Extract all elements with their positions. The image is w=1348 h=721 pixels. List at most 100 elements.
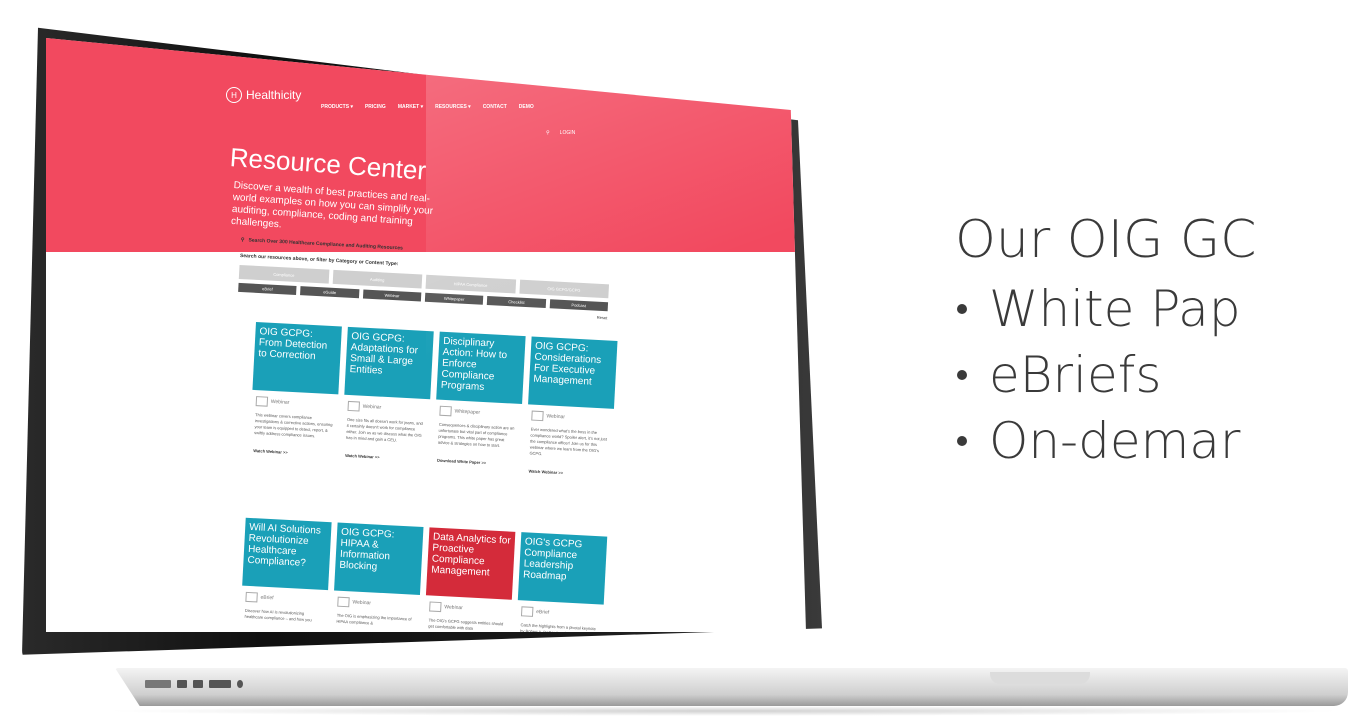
card-type: Whitepaper <box>439 405 517 420</box>
card-type-label: eBrief <box>536 609 550 616</box>
category-oig-gcpg[interactable]: OIG GCPG/GCPG <box>518 279 610 299</box>
bullet-item: White Pap <box>955 276 1257 342</box>
card-description: The OIG is emphasizing the importance of… <box>336 612 412 626</box>
category-hipaa[interactable]: HIPAA Compliance <box>425 274 516 294</box>
login-link[interactable]: LOGIN <box>560 130 576 136</box>
resource-card[interactable]: Disciplinary Action: How to Enforce Comp… <box>429 331 526 526</box>
resource-card[interactable]: Will AI Solutions Revolutionize Healthca… <box>235 517 332 632</box>
card-description: The OIG's GCPG suggests entities should … <box>428 617 504 631</box>
card-type: eBrief <box>520 606 599 620</box>
card-description: This webinar covers compliance investiga… <box>254 412 333 439</box>
webinar-icon <box>255 396 269 407</box>
bullet-icon <box>957 436 967 446</box>
laptop-screen: H Healthicity PRODUCTS ▾ PRICING MARKET … <box>46 38 806 632</box>
card-title: Data Analytics for Proactive Compliance … <box>425 527 516 600</box>
type-podcast[interactable]: Podcast <box>549 299 609 312</box>
nav-products[interactable]: PRODUCTS ▾ <box>321 104 353 110</box>
main-nav: PRODUCTS ▾ PRICING MARKET ▾ RESOURCES ▾ … <box>321 104 534 110</box>
card-description: One size fits all doesn't work for jeans… <box>345 416 423 443</box>
type-eguide[interactable]: eGuide <box>300 286 360 299</box>
nav-pricing[interactable]: PRICING <box>365 104 386 110</box>
card-type-label: Webinar <box>362 403 382 411</box>
card-title: OIG GCPG: Adaptations for Small & Large … <box>344 326 434 400</box>
card-description: Discover how AI is revolutionizing healt… <box>244 607 312 623</box>
card-type: eBrief <box>245 591 323 606</box>
ebrief-icon <box>245 591 258 603</box>
sd-slot-icon <box>145 680 171 688</box>
hero-banner: H Healthicity PRODUCTS ▾ PRICING MARKET … <box>46 38 806 252</box>
header-actions: ⚲ LOGIN <box>546 130 575 136</box>
bullet-text: White Pap <box>989 280 1241 338</box>
headphone-port-icon <box>237 680 243 688</box>
category-compliance[interactable]: Compliance <box>238 264 329 284</box>
card-description: Catch the highlights from a pivotal keyn… <box>520 622 596 632</box>
nav-contact[interactable]: CONTACT <box>483 104 507 110</box>
page-subtitle: Discover a wealth of best practices and … <box>230 180 434 231</box>
laptop-hinge-notch <box>990 672 1090 684</box>
laptop-shadow <box>100 706 1348 716</box>
site-logo[interactable]: H Healthicity <box>226 87 301 103</box>
category-auditing[interactable]: Auditing <box>332 269 423 289</box>
laptop-base <box>115 668 1348 706</box>
card-type: Webinar <box>347 400 425 415</box>
usb-port-icon <box>177 680 187 688</box>
card-title: Disciplinary Action: How to Enforce Comp… <box>436 331 526 405</box>
resource-card[interactable]: OIG GCPG: Adaptations for Small & Large … <box>337 326 434 522</box>
whitepaper-icon <box>439 405 452 417</box>
resource-card[interactable]: Data Analytics for Proactive Compliance … <box>419 527 516 632</box>
card-title: Will AI Solutions Revolutionize Healthca… <box>242 517 332 591</box>
card-title: OIG GCPG: Considerations For Executive M… <box>528 336 618 409</box>
bullet-item: eBriefs <box>955 342 1257 408</box>
hdmi-port-icon <box>209 680 231 688</box>
type-ebrief[interactable]: eBrief <box>238 282 297 295</box>
card-link[interactable]: Download White Paper >> <box>437 458 515 467</box>
resource-card[interactable]: OIG GCPG: From Detection to Correction W… <box>246 322 342 517</box>
bullet-icon <box>957 370 967 380</box>
card-description: Consequences & disciplinary action are a… <box>437 421 515 448</box>
card-description: Ever wondered what's the boss in the com… <box>529 426 608 457</box>
card-link[interactable]: Watch Webinar >> <box>528 468 606 477</box>
bullet-item: On-demar <box>955 408 1257 474</box>
resource-card[interactable]: OIG GCPG: Considerations For Executive M… <box>521 336 618 531</box>
type-whitepaper[interactable]: Whitepaper <box>424 292 484 305</box>
card-type-label: Webinar <box>270 398 290 406</box>
nav-resources[interactable]: RESOURCES ▾ <box>435 104 471 110</box>
card-title: OIG GCPG: HIPAA & Information Blocking <box>334 522 424 595</box>
webinar-icon <box>347 400 360 412</box>
slide-text: Our OIG GC White Pap eBriefs On-demar <box>955 210 1257 474</box>
type-checklist[interactable]: Checklist <box>487 295 546 309</box>
bullet-text: On-demar <box>989 412 1241 470</box>
card-type-label: eBrief <box>260 594 274 602</box>
card-link[interactable]: Watch Webinar >> <box>253 448 331 457</box>
bullet-text: eBriefs <box>989 346 1162 404</box>
search-icon[interactable]: ⚲ <box>546 130 550 136</box>
resource-card[interactable]: OIG GCPG: HIPAA & Information Blocking W… <box>327 522 424 632</box>
card-title: OIG GCPG: From Detection to Correction <box>252 322 342 395</box>
card-type-label: Whitepaper <box>454 408 481 416</box>
card-link[interactable]: Watch Webinar >> <box>345 453 423 462</box>
bullet-list: White Pap eBriefs On-demar <box>955 276 1257 474</box>
card-type-label: Webinar <box>546 413 566 421</box>
card-title: OIG's GCPG Compliance Leadership Roadmap <box>517 532 608 605</box>
resource-card[interactable]: OIG's GCPG Compliance Leadership Roadmap… <box>511 532 608 632</box>
logo-text: Healthicity <box>246 88 302 102</box>
webinar-icon <box>429 601 442 613</box>
nav-demo[interactable]: DEMO <box>519 104 534 110</box>
card-type: Webinar <box>337 596 415 611</box>
ebrief-icon <box>520 606 534 617</box>
search-icon: ⚲ <box>240 237 245 244</box>
slide-heading: Our OIG GC <box>955 210 1257 270</box>
card-type-label: Webinar <box>444 604 463 612</box>
webinar-icon <box>531 410 544 422</box>
card-type: Webinar <box>429 601 507 615</box>
card-type-label: Webinar <box>352 599 372 607</box>
resource-cards: OIG GCPG: From Detection to Correction W… <box>235 322 655 632</box>
nav-market[interactable]: MARKET ▾ <box>398 104 423 110</box>
laptop-ports <box>145 680 243 688</box>
thunderbolt-port-icon <box>193 680 203 688</box>
page-title: Resource Center <box>228 142 428 186</box>
logo-icon: H <box>226 87 242 103</box>
card-type: Webinar <box>255 396 334 410</box>
bullet-icon <box>957 304 967 314</box>
type-webinar[interactable]: Webinar <box>362 289 422 302</box>
